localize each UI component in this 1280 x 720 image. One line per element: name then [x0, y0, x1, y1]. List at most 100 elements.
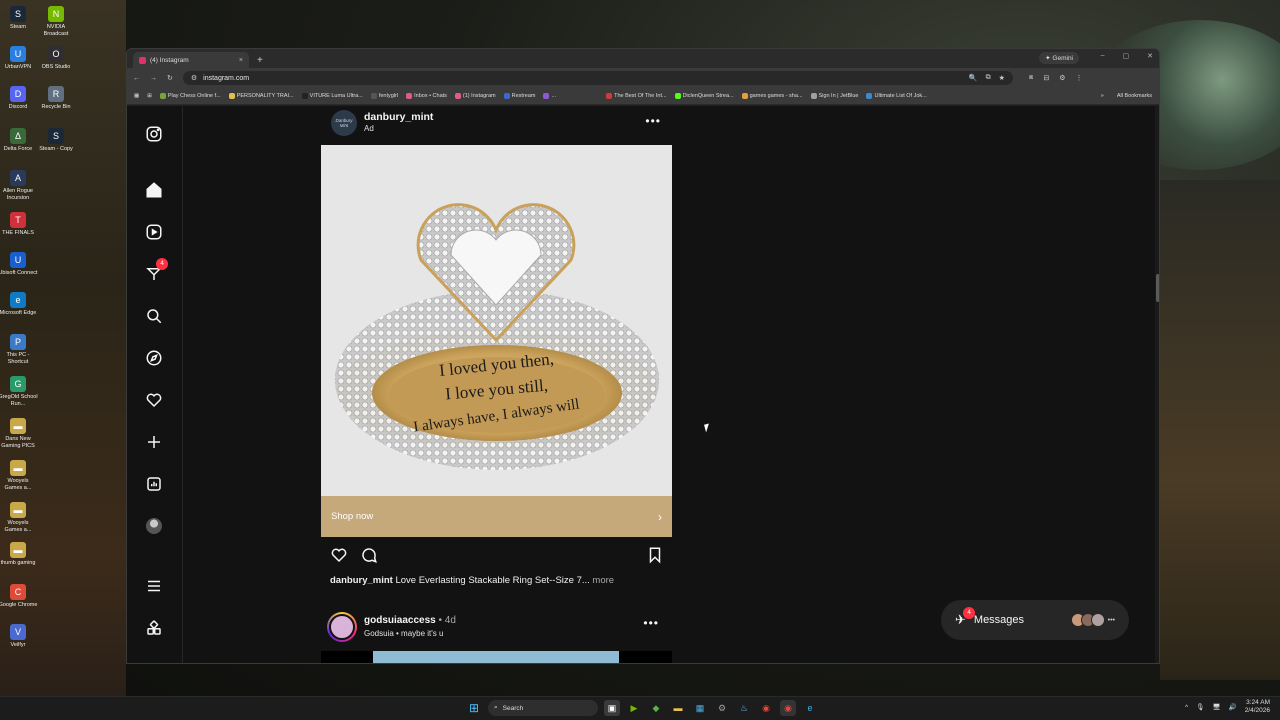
site-info-icon[interactable]: ⚙ — [191, 74, 197, 82]
new-tab-button[interactable]: + — [257, 55, 263, 66]
bookmark-item[interactable]: The Best Of The Int... — [603, 93, 669, 99]
desktop-icon[interactable]: D Discord — [0, 86, 38, 111]
messages-button[interactable]: ✈ 4 Messages ••• — [941, 600, 1129, 640]
also-from-meta-icon[interactable] — [144, 618, 164, 638]
install-app-icon[interactable]: ⧉ — [986, 74, 991, 82]
maximize-button[interactable]: ▢ — [1123, 52, 1130, 60]
desktop-icon[interactable]: G GregOld School Run... — [0, 376, 38, 407]
desktop-icon[interactable]: T THE FINALS — [0, 212, 38, 237]
desktop-icon[interactable]: A Allen Rogue Incursion — [0, 170, 38, 201]
network-icon[interactable]: 🖥 — [1212, 703, 1220, 711]
dashboard-icon[interactable] — [144, 474, 164, 494]
back-button[interactable]: ← — [133, 75, 140, 82]
steam-icon[interactable]: ♨ — [736, 700, 752, 716]
post2-avatar[interactable] — [327, 612, 357, 642]
tab-instagram[interactable]: (4) Instagram × — [133, 52, 249, 68]
profile-icon[interactable]: ⚙ — [1059, 74, 1065, 82]
bookmark-item[interactable]: VITURE Luma Ultra... — [299, 93, 366, 99]
bookmark-item[interactable]: Play Chess Online f... — [157, 93, 224, 99]
caption-more-link[interactable]: more — [592, 575, 614, 586]
minimize-button[interactable]: – — [1101, 52, 1105, 60]
side-panel-icon[interactable]: ⊟ — [1043, 74, 1049, 82]
clock[interactable]: 3:24 AM 2/4/2026 — [1245, 699, 1270, 715]
apps-grid-icon[interactable]: ▦ — [131, 93, 142, 99]
desktop-icon[interactable]: U UrbanVPN — [0, 46, 38, 71]
reels-icon[interactable] — [144, 222, 164, 242]
bookmark-item[interactable]: Restream — [501, 93, 539, 99]
post-avatar[interactable]: Danbury Mint — [331, 110, 357, 136]
file-explorer-icon[interactable]: ▬ — [670, 700, 686, 716]
xbox-icon[interactable]: ◆ — [648, 700, 664, 716]
post2-username[interactable]: godsuiaaccess — [364, 615, 436, 626]
post-username[interactable]: danbury_mint — [364, 111, 433, 123]
save-bookmark-icon[interactable] — [646, 546, 664, 564]
desktop-icon[interactable]: ▬ Wooyels Games a... — [0, 460, 38, 491]
bookmark-item[interactable]: ... — [540, 93, 559, 99]
forward-button[interactable]: → — [150, 75, 157, 82]
bookmark-item[interactable]: Inbox • Chats — [403, 93, 450, 99]
desktop-icon[interactable]: U Ubisoft Connect — [0, 252, 38, 277]
desktop-icon[interactable]: ▬ thumb gaming — [0, 542, 38, 567]
shop-now-button[interactable]: Shop now › — [321, 496, 672, 537]
post-image[interactable]: I loved you then, I love you still, I al… — [321, 145, 672, 496]
desktop-icon[interactable]: ▬ Wooyels Games a... — [0, 502, 38, 533]
bookmark-item[interactable]: PERSONALITY TRAI... — [226, 93, 297, 99]
tab-close-icon[interactable]: × — [239, 57, 243, 64]
bookmark-item[interactable]: Sign In | JetBlue — [808, 93, 862, 99]
windows-start-icon[interactable]: ⊞ — [466, 700, 482, 716]
desktop-icon[interactable]: C Google Chrome — [0, 584, 38, 609]
post2-image[interactable] — [321, 651, 672, 663]
bookmarks-overflow-button[interactable]: » — [1093, 93, 1112, 99]
desktop-icon[interactable]: S Steam - Copy — [36, 128, 76, 153]
store-icon[interactable]: ▦ — [692, 700, 708, 716]
search-icon[interactable] — [144, 306, 164, 326]
more-menu-icon[interactable] — [144, 576, 164, 596]
scrollbar[interactable] — [1155, 106, 1159, 663]
nvidia-app-icon[interactable]: ▶ — [626, 700, 642, 716]
task-view-icon[interactable]: ▣ — [604, 700, 620, 716]
bookmark-item[interactable]: Ultimate List Of Jok... — [863, 93, 929, 99]
bookmark-item[interactable]: games games - sha... — [739, 93, 806, 99]
desktop-icon[interactable]: O OBS Studio — [36, 46, 76, 71]
home-icon[interactable] — [144, 180, 164, 200]
post-options-button[interactable]: ••• — [645, 114, 661, 128]
desktop-icon[interactable]: V Veilfyr — [0, 624, 38, 649]
address-bar[interactable]: ⚙ instagram.com 🔍 ⧉ ★ — [182, 71, 1013, 85]
like-heart-icon[interactable] — [330, 546, 348, 564]
tray-overflow-icon[interactable]: ^ — [1185, 704, 1188, 711]
edge-icon[interactable]: e — [802, 700, 818, 716]
bookmark-item[interactable]: DiclenQueen Strea... — [672, 93, 737, 99]
search-icon[interactable]: 🔍 — [969, 74, 978, 82]
comment-icon[interactable] — [360, 546, 378, 564]
desktop-icon[interactable]: e Microsoft Edge — [0, 292, 38, 317]
post2-options-button[interactable]: ••• — [643, 616, 659, 630]
bookmark-item[interactable]: fentyglrl — [368, 93, 401, 99]
gemini-button[interactable]: ✦ Gemini — [1039, 52, 1079, 64]
reload-button[interactable]: ↻ — [167, 74, 173, 82]
extensions-icon[interactable]: ⧈ — [1029, 74, 1033, 82]
settings-gear-icon[interactable]: ⚙ — [714, 700, 730, 716]
notifications-icon[interactable]: 4 — [144, 258, 168, 284]
close-window-button[interactable]: ✕ — [1147, 52, 1153, 60]
desktop-icon[interactable]: N NVIDIA Broadcast — [36, 6, 76, 37]
bookmark-item[interactable]: (1) Instagram — [452, 93, 499, 99]
scrollbar-thumb[interactable] — [1156, 274, 1159, 302]
instagram-logo-icon[interactable] — [144, 124, 164, 144]
bookmark-star-icon[interactable]: ★ — [999, 74, 1005, 82]
url-text[interactable]: instagram.com — [203, 75, 249, 82]
volume-icon[interactable]: 🔊 — [1229, 703, 1237, 711]
all-bookmarks-button[interactable]: All Bookmarks — [1114, 93, 1155, 99]
explore-icon[interactable] — [144, 348, 164, 368]
desktop-icon[interactable]: ▬ Dans New Gaming PICS — [0, 418, 38, 449]
chrome-active-icon[interactable]: ◉ — [780, 700, 796, 716]
desktop-icon[interactable]: Δ Delta Force — [0, 128, 38, 153]
chrome-icon[interactable]: ◉ — [758, 700, 774, 716]
caption-username[interactable]: danbury_mint — [330, 575, 393, 586]
profile-avatar[interactable] — [144, 516, 164, 536]
taskbar-search[interactable]: ⌕ Search — [488, 700, 598, 716]
desktop-icon[interactable]: S Steam — [0, 6, 38, 31]
desktop-icon[interactable]: R Recycle Bin — [36, 86, 76, 111]
menu-icon[interactable]: ⋮ — [1075, 74, 1082, 82]
microphone-icon[interactable]: 🎙 — [1196, 703, 1204, 711]
heart-icon[interactable] — [144, 390, 164, 410]
